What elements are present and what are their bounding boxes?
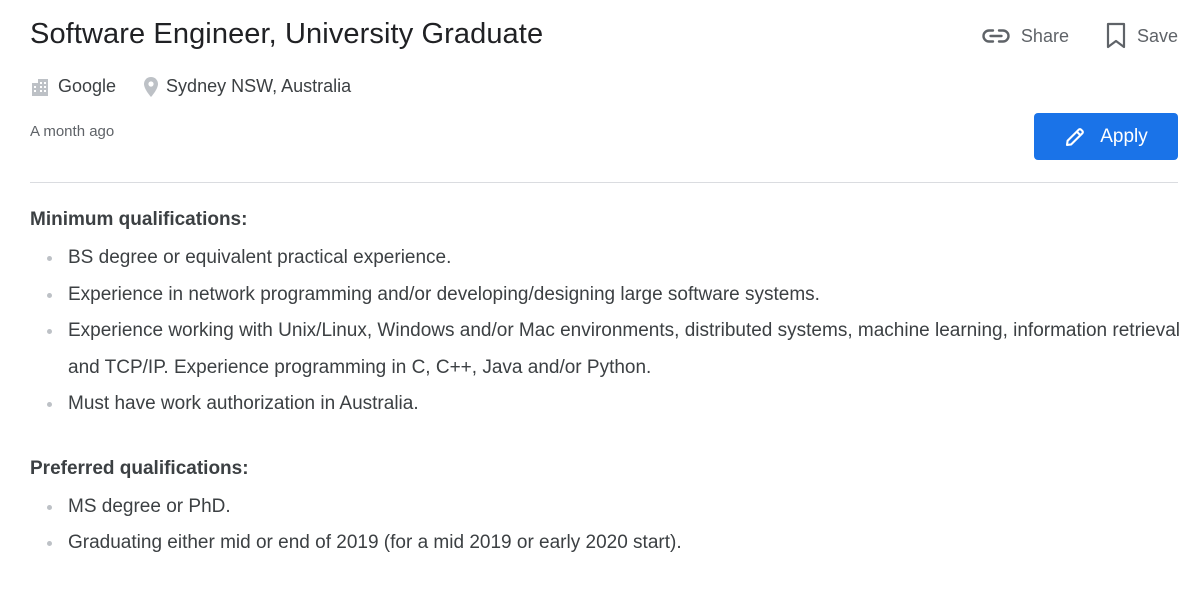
pencil-icon: [1064, 126, 1100, 148]
location-pin-icon: [144, 76, 166, 97]
list-item: Experience working with Unix/Linux, Wind…: [30, 313, 1180, 386]
posted-time: A month ago: [30, 123, 115, 140]
apply-button[interactable]: Apply: [1034, 113, 1178, 160]
company-name: Google: [58, 76, 117, 96]
preferred-qualifications-list: MS degree or PhD. Graduating either mid …: [30, 489, 1180, 562]
bookmark-icon: [1105, 22, 1127, 50]
save-button[interactable]: Save: [1105, 22, 1178, 50]
location-info: Sydney NSW, Australia: [144, 76, 351, 97]
job-meta: Google Sydney NSW, Australia: [30, 76, 351, 97]
share-button[interactable]: Share: [981, 26, 1069, 47]
list-item: MS degree or PhD.: [30, 489, 1180, 526]
location-text: Sydney NSW, Australia: [166, 76, 352, 96]
minimum-qualifications-section: Minimum qualifications: BS degree or equ…: [30, 204, 1180, 423]
minimum-qualifications-heading: Minimum qualifications:: [30, 209, 248, 230]
preferred-qualifications-heading: Preferred qualifications:: [30, 457, 249, 479]
job-title: Software Engineer, University Graduate: [30, 18, 544, 50]
preferred-qualifications-section: Preferred qualifications: MS degree or P…: [30, 453, 1180, 562]
save-label: Save: [1136, 25, 1178, 46]
list-item: Experience in network programming and/or…: [30, 277, 1180, 314]
job-actions: Share Save: [981, 22, 1178, 50]
list-item: Must have work authorization in Australi…: [30, 386, 1180, 423]
share-label: Share: [1020, 25, 1069, 46]
list-item: BS degree or equivalent practical experi…: [30, 240, 1180, 277]
header-divider: [30, 182, 1178, 183]
job-description: Minimum qualifications: BS degree or equ…: [30, 204, 1180, 562]
list-item: Graduating either mid or end of 2019 (fo…: [30, 525, 1180, 562]
apply-label: Apply: [1100, 125, 1148, 147]
minimum-qualifications-list: BS degree or equivalent practical experi…: [30, 240, 1180, 423]
building-icon: [30, 77, 58, 97]
link-icon: [981, 28, 1011, 44]
company-info: Google: [30, 76, 116, 97]
